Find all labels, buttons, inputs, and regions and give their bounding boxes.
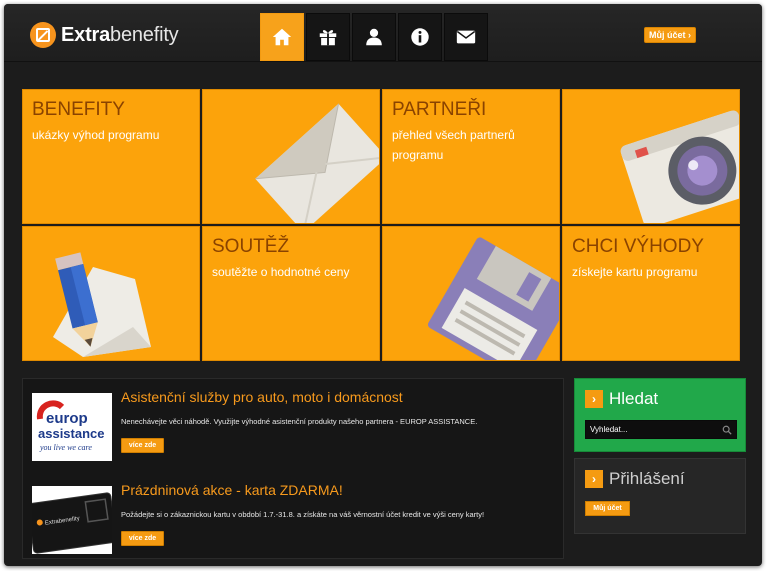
info-icon bbox=[411, 28, 429, 46]
tile-title: SOUTĚŽ bbox=[212, 236, 290, 257]
news-item: europ assistance you live we care Asiste… bbox=[23, 379, 565, 465]
login-header: › Přihlášení bbox=[585, 469, 685, 489]
news-title[interactable]: Prázdninová akce - karta ZDARMA! bbox=[121, 482, 343, 498]
account-button[interactable]: Můj účet › bbox=[644, 27, 696, 43]
login-title: Přihlášení bbox=[609, 469, 685, 488]
tile-chci-vyhody[interactable]: CHCI VÝHODY získejte kartu programu bbox=[562, 226, 740, 361]
tile-title: PARTNEŘI bbox=[392, 99, 487, 120]
chevron-right-icon: › bbox=[585, 470, 603, 488]
europ-assistance-logo: europ assistance you live we care bbox=[32, 393, 112, 461]
chevron-right-icon: › bbox=[585, 390, 603, 408]
search-title: Hledat bbox=[609, 389, 659, 408]
tile-floppy-illustration[interactable] bbox=[382, 226, 560, 361]
tile-title: CHCI VÝHODY bbox=[572, 236, 704, 257]
page-frame: Extrabenefity Můj účet › BENEFITY ukázky… bbox=[4, 4, 762, 566]
search-header: › Hledat bbox=[585, 389, 658, 409]
tile-benefity[interactable]: BENEFITY ukázky výhod programu bbox=[22, 89, 200, 224]
news-text: Požádejte si o zákaznickou kartu v obdob… bbox=[121, 510, 485, 519]
pencil-illustration-icon bbox=[53, 252, 151, 357]
tile-camera-illustration[interactable] bbox=[562, 89, 740, 224]
main-nav bbox=[260, 13, 488, 61]
news-item: Extrabenefity Prázdninová akce - karta Z… bbox=[23, 472, 565, 558]
nav-gift[interactable] bbox=[306, 13, 350, 61]
search-input[interactable] bbox=[590, 425, 716, 434]
logo-text-light: benefity bbox=[110, 23, 179, 46]
news-panel: europ assistance you live we care Asiste… bbox=[22, 378, 564, 559]
gift-icon bbox=[319, 30, 337, 46]
tile-subtitle: ukázky výhod programu bbox=[32, 128, 160, 142]
camera-illustration-icon bbox=[620, 110, 739, 223]
envelope-illustration-icon bbox=[255, 103, 379, 223]
nav-contact[interactable] bbox=[444, 13, 488, 61]
tile-soutez[interactable]: SOUTĚŽ soutěžte o hodnotné ceny bbox=[202, 226, 380, 361]
header: Extrabenefity Můj účet › bbox=[4, 4, 762, 62]
envelope-icon bbox=[456, 30, 476, 44]
search-icon[interactable] bbox=[722, 425, 732, 435]
more-button[interactable]: více zde bbox=[121, 531, 164, 546]
news-title[interactable]: Asistenční služby pro auto, moto i domác… bbox=[121, 389, 403, 405]
search-box bbox=[585, 420, 737, 439]
logo-icon bbox=[30, 22, 56, 48]
more-button[interactable]: více zde bbox=[121, 438, 164, 453]
logo-line1: europ bbox=[46, 410, 88, 427]
logo-tagline: you live we care bbox=[39, 443, 92, 452]
tile-pencil-illustration[interactable] bbox=[22, 226, 200, 361]
login-button[interactable]: Můj účet bbox=[585, 501, 630, 516]
loyalty-card-image: Extrabenefity bbox=[27, 486, 118, 554]
logo-text-bold: Extra bbox=[61, 23, 111, 46]
nav-home[interactable] bbox=[260, 13, 304, 61]
nav-info[interactable] bbox=[398, 13, 442, 61]
tile-partneri[interactable]: PARTNEŘI přehled všech partnerů programu bbox=[382, 89, 560, 224]
tile-subtitle: soutěžte o hodnotné ceny bbox=[212, 265, 350, 279]
tile-grid: BENEFITY ukázky výhod programu PARTNEŘI … bbox=[22, 89, 743, 362]
login-panel: › Přihlášení Můj účet bbox=[574, 458, 746, 534]
news-text: Nenechávejte věci náhodě. Využijte výhod… bbox=[121, 417, 478, 426]
logo-text: Extrabenefity bbox=[61, 23, 179, 47]
tile-subtitle: získejte kartu programu bbox=[572, 265, 698, 279]
logo[interactable]: Extrabenefity bbox=[30, 22, 179, 48]
tile-envelope-illustration[interactable] bbox=[202, 89, 380, 224]
tile-title: BENEFITY bbox=[32, 99, 125, 120]
nav-user[interactable] bbox=[352, 13, 396, 61]
logo-line2: assistance bbox=[38, 426, 105, 441]
tile-subtitle: přehled všech partnerů programu bbox=[392, 128, 515, 162]
search-panel: › Hledat bbox=[574, 378, 746, 452]
floppy-illustration-icon bbox=[427, 237, 559, 360]
home-icon bbox=[272, 28, 292, 46]
user-icon bbox=[366, 28, 382, 46]
